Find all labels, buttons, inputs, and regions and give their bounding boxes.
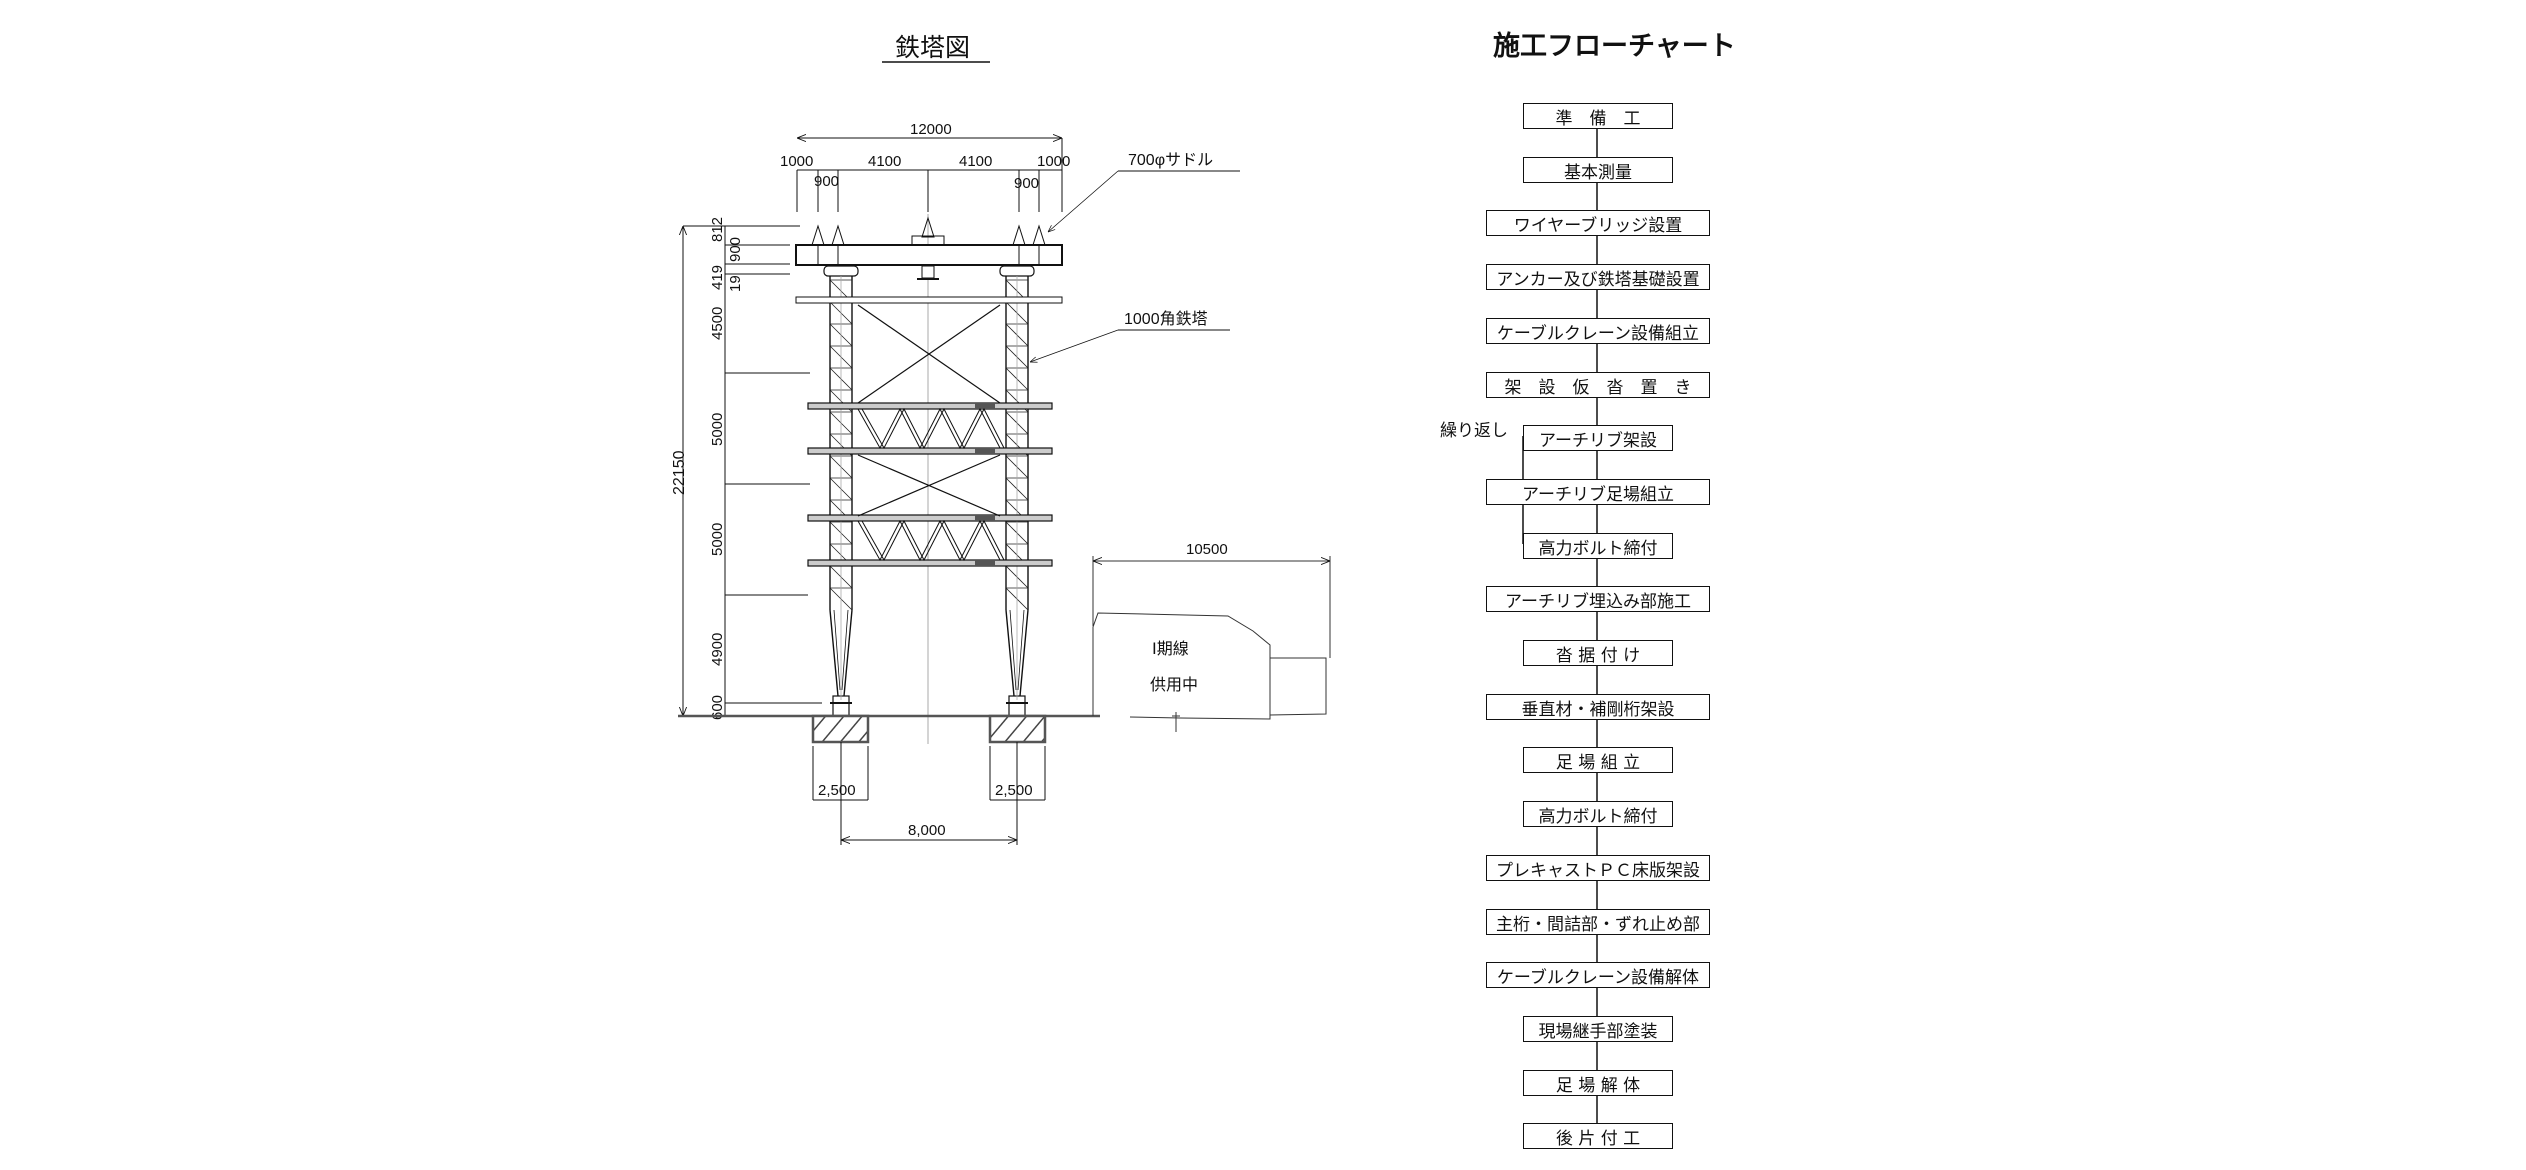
loop-label: 繰り返し bbox=[1440, 421, 1508, 441]
flow-step: 高力ボルト締付 bbox=[1523, 801, 1673, 827]
flow-step: ケーブルクレーン設備組立 bbox=[1486, 318, 1710, 344]
flow-step: 基本測量 bbox=[1523, 157, 1673, 183]
flow-step: アーチリブ埋込み部施工 bbox=[1486, 586, 1710, 612]
flow-step: プレキャストＰＣ床版架設 bbox=[1486, 855, 1710, 881]
flow-step: 現場継手部塗装 bbox=[1523, 1016, 1673, 1042]
flow-step: アーチリブ架設 bbox=[1523, 425, 1673, 451]
flow-step: 沓 据 付 け bbox=[1523, 640, 1673, 666]
flow-step: 高力ボルト締付 bbox=[1523, 533, 1673, 559]
flow-step: 足 場 解 体 bbox=[1523, 1070, 1673, 1096]
flow-step: 主桁・間詰部・ずれ止め部 bbox=[1486, 909, 1710, 935]
flow-step: アーチリブ足場組立 bbox=[1486, 479, 1710, 505]
flow-step: ケーブルクレーン設備解体 bbox=[1486, 962, 1710, 988]
flow-step: 足 場 組 立 bbox=[1523, 747, 1673, 773]
flow-step: 垂直材・補剛桁架設 bbox=[1486, 694, 1710, 720]
flow-step: 架 設 仮 沓 置 き bbox=[1486, 372, 1710, 398]
flow-step: アンカー及び鉄塔基礎設置 bbox=[1486, 264, 1710, 290]
flow-step: ワイヤーブリッジ設置 bbox=[1486, 210, 1710, 236]
flowchart: 施工フローチャート 繰り返し 準 備 工基本測量 ワイヤーブリッジ設置 アンカー及び… bbox=[0, 0, 2526, 1170]
flow-step: 後 片 付 工 bbox=[1523, 1123, 1673, 1149]
flow-step: 準 備 工 bbox=[1523, 103, 1673, 129]
